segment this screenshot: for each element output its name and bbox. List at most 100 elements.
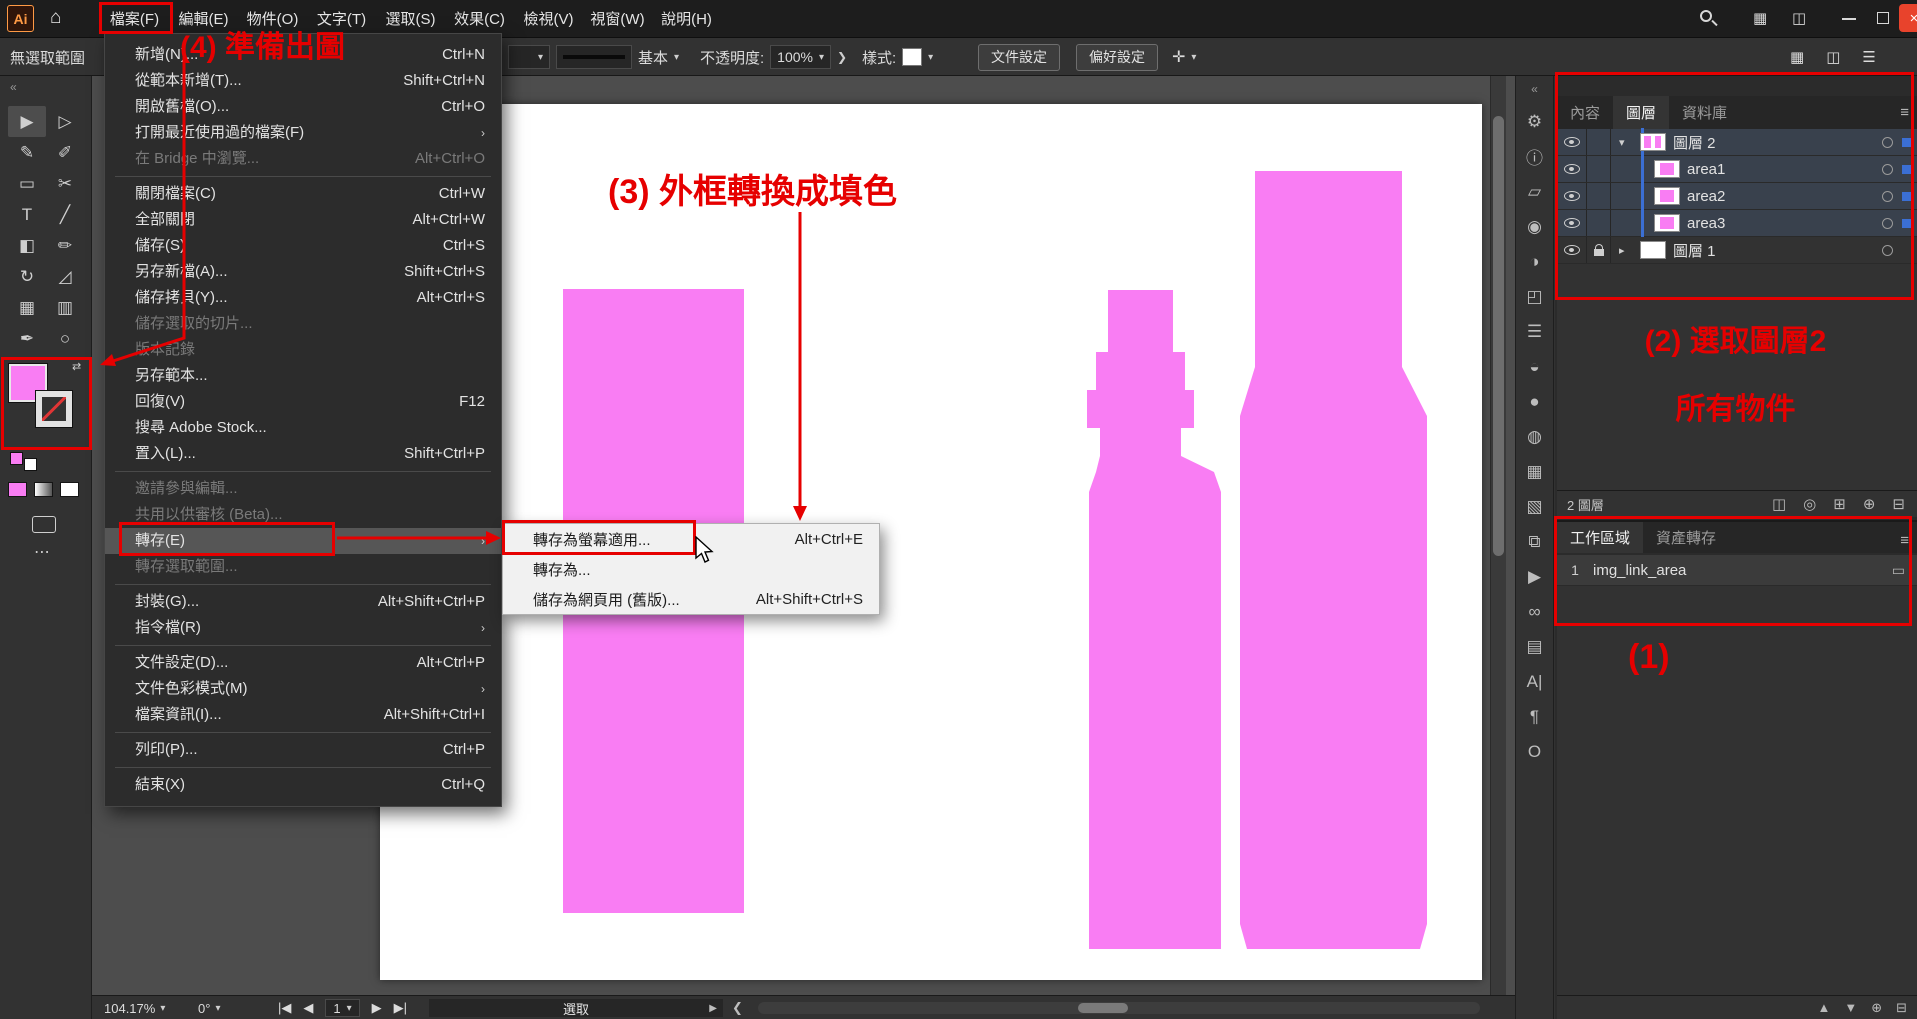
workspace-switcher-icon[interactable]: ◫ <box>1792 9 1806 27</box>
pen-tool[interactable]: ✎ <box>8 137 46 168</box>
file-menu-item[interactable]: 新增(N)...Ctrl+N <box>105 42 501 68</box>
lock-toggle[interactable] <box>1587 237 1611 263</box>
edit-toolbar-icon[interactable]: ⋯ <box>34 542 50 562</box>
panel-tab[interactable]: 資產轉存 <box>1643 522 1729 553</box>
properties-panel-icon[interactable]: ⚙ <box>1516 104 1553 139</box>
layer-row[interactable]: area1 <box>1557 156 1917 183</box>
character-panel-icon[interactable]: A| <box>1516 664 1553 699</box>
gradient-mode-button[interactable] <box>34 482 53 497</box>
vertical-scrollbar[interactable] <box>1490 76 1506 995</box>
type-tool[interactable]: T <box>8 199 46 230</box>
color-guide-panel-icon[interactable]: ◰ <box>1516 279 1553 314</box>
expand-panels-icon[interactable]: « <box>1531 82 1538 96</box>
restore-button[interactable] <box>1877 12 1889 24</box>
document-setup-button[interactable]: 文件設定 <box>978 44 1060 71</box>
file-menu-item[interactable]: 打開最近使用過的檔案(F)› <box>105 120 501 146</box>
appearance-panel-icon[interactable]: ● <box>1516 384 1553 419</box>
panel-menu-icon[interactable]: ≡ <box>1900 104 1909 121</box>
none-mode-button[interactable] <box>60 482 79 497</box>
expand-options-icon[interactable]: ❯ <box>837 50 847 64</box>
menubar-item[interactable]: 檢視(V) <box>514 0 583 37</box>
target-circle-icon[interactable] <box>1882 191 1893 202</box>
menubar-item[interactable]: 視窗(W) <box>583 0 652 37</box>
file-menu-item[interactable]: 全部關閉Alt+Ctrl+W <box>105 207 501 233</box>
grid-view-icon[interactable]: ▦ <box>1790 48 1804 66</box>
menubar-item[interactable]: 效果(C) <box>445 0 514 37</box>
collapse-toolbar-icon[interactable]: « <box>10 80 17 94</box>
delete-artboard-icon[interactable]: ⊟ <box>1896 1000 1907 1016</box>
zoom-dropdown[interactable]: 104.17%▾ <box>104 996 165 1019</box>
locate-object-icon[interactable]: ◎ <box>1803 495 1816 513</box>
disclosure-triangle-icon[interactable]: ▸ <box>1619 244 1633 257</box>
zoom-tool[interactable]: ○ <box>46 323 84 354</box>
pathfinder-panel-icon[interactable]: ◉ <box>1516 209 1553 244</box>
menubar-item[interactable]: 選取(S) <box>376 0 445 37</box>
file-menu-item[interactable]: 列印(P)...Ctrl+P <box>105 737 501 763</box>
info-panel-icon[interactable]: ⓘ <box>1516 139 1553 174</box>
file-menu-item[interactable]: 回復(V)F12 <box>105 389 501 415</box>
illustrator-logo-icon[interactable]: Ai <box>7 5 34 32</box>
actions-panel-icon[interactable]: ▶ <box>1516 559 1553 594</box>
close-button[interactable]: × <box>1899 4 1917 32</box>
panel-tab[interactable]: 資料庫 <box>1669 96 1740 129</box>
opentype-panel-icon[interactable]: O <box>1516 734 1553 769</box>
two-columns-icon[interactable]: ◫ <box>1826 48 1840 66</box>
swatches-panel-icon[interactable]: ▦ <box>1516 454 1553 489</box>
eyedropper-tool[interactable]: ✒ <box>8 323 46 354</box>
color-panel-icon[interactable]: ◑ <box>1516 244 1553 279</box>
new-artboard-icon[interactable]: ⊕ <box>1871 1000 1882 1016</box>
panel-tab[interactable]: 圖層 <box>1613 96 1669 129</box>
file-menu-item[interactable]: 在 Bridge 中瀏覽...Alt+Ctrl+O <box>105 146 501 172</box>
new-sublayer-icon[interactable]: ⊞ <box>1833 495 1846 513</box>
menubar-item[interactable]: 文字(T) <box>307 0 376 37</box>
rotate-tool[interactable]: ↻ <box>8 261 46 292</box>
style-swatch[interactable] <box>902 48 922 66</box>
horizontal-scrollbar[interactable] <box>758 1002 1480 1014</box>
menubar-item[interactable]: 說明(H) <box>652 0 721 37</box>
lock-column[interactable] <box>1587 129 1611 155</box>
visibility-toggle[interactable] <box>1557 237 1587 263</box>
rectangle-tool[interactable]: ▭ <box>8 168 46 199</box>
menubar-item[interactable]: 物件(O) <box>238 0 307 37</box>
screen-mode-button[interactable] <box>32 516 56 533</box>
menubar-item[interactable]: 檔案(F) <box>100 0 169 37</box>
file-menu-item[interactable]: 指令檔(R)› <box>105 615 501 641</box>
brush-definition-dropdown[interactable]: 基本 ▾ <box>556 38 679 76</box>
eraser-tool[interactable]: ◧ <box>8 230 46 261</box>
file-menu-item[interactable]: 從範本新增(T)...Shift+Ctrl+N <box>105 68 501 94</box>
visibility-toggle[interactable] <box>1557 129 1587 155</box>
swap-fill-stroke-icon[interactable]: ⇄ <box>72 360 81 373</box>
visibility-toggle[interactable] <box>1557 183 1587 209</box>
graphic-styles-panel-icon[interactable]: ◍ <box>1516 419 1553 454</box>
home-icon[interactable]: ⌂ <box>50 7 61 29</box>
move-artboard-down-icon[interactable]: ▼ <box>1844 1000 1857 1016</box>
target-circle-icon[interactable] <box>1882 137 1893 148</box>
artboard-name[interactable]: img_link_area <box>1593 562 1892 579</box>
mini-fill-swatch[interactable] <box>10 452 23 465</box>
file-menu-item[interactable]: 搜尋 Adobe Stock... <box>105 415 501 441</box>
arrange-documents-icon[interactable]: ▦ <box>1753 9 1767 27</box>
layer-name[interactable]: area3 <box>1687 215 1725 232</box>
file-menu-item[interactable]: 檔案資訊(I)...Alt+Shift+Ctrl+I <box>105 702 501 728</box>
make-clip-mask-icon[interactable]: ◫ <box>1772 495 1786 513</box>
mini-stroke-swatch[interactable] <box>24 458 37 471</box>
file-menu-item[interactable]: 儲存(S)Ctrl+S <box>105 233 501 259</box>
links-panel-icon[interactable]: ∞ <box>1516 594 1553 629</box>
artboards-panel-icon[interactable]: ▤ <box>1516 629 1553 664</box>
file-menu-item[interactable]: 結束(X)Ctrl+Q <box>105 772 501 798</box>
delete-layer-icon[interactable]: ⊟ <box>1892 495 1905 513</box>
file-menu-item[interactable]: 封裝(G)...Alt+Shift+Ctrl+P <box>105 589 501 615</box>
minimize-button[interactable] <box>1842 18 1856 20</box>
paragraph-panel-icon[interactable]: ¶ <box>1516 699 1553 734</box>
file-menu-item[interactable]: 關閉檔案(C)Ctrl+W <box>105 181 501 207</box>
target-circle-icon[interactable] <box>1882 245 1893 256</box>
selection-tool[interactable]: ▶ <box>8 106 46 137</box>
collapse-status-icon[interactable]: ❮ <box>732 996 743 1019</box>
file-menu-item[interactable]: 文件設定(D)...Alt+Ctrl+P <box>105 650 501 676</box>
knife-tool[interactable]: ✂ <box>46 168 84 199</box>
panel-tab[interactable]: 工作區域 <box>1557 522 1643 553</box>
status-options-icon[interactable]: ▶ <box>709 1003 717 1014</box>
line-segment-tool[interactable]: ╱ <box>46 199 84 230</box>
file-menu-item[interactable]: 版本記錄 <box>105 337 501 363</box>
preferences-button[interactable]: 偏好設定 <box>1076 44 1158 71</box>
